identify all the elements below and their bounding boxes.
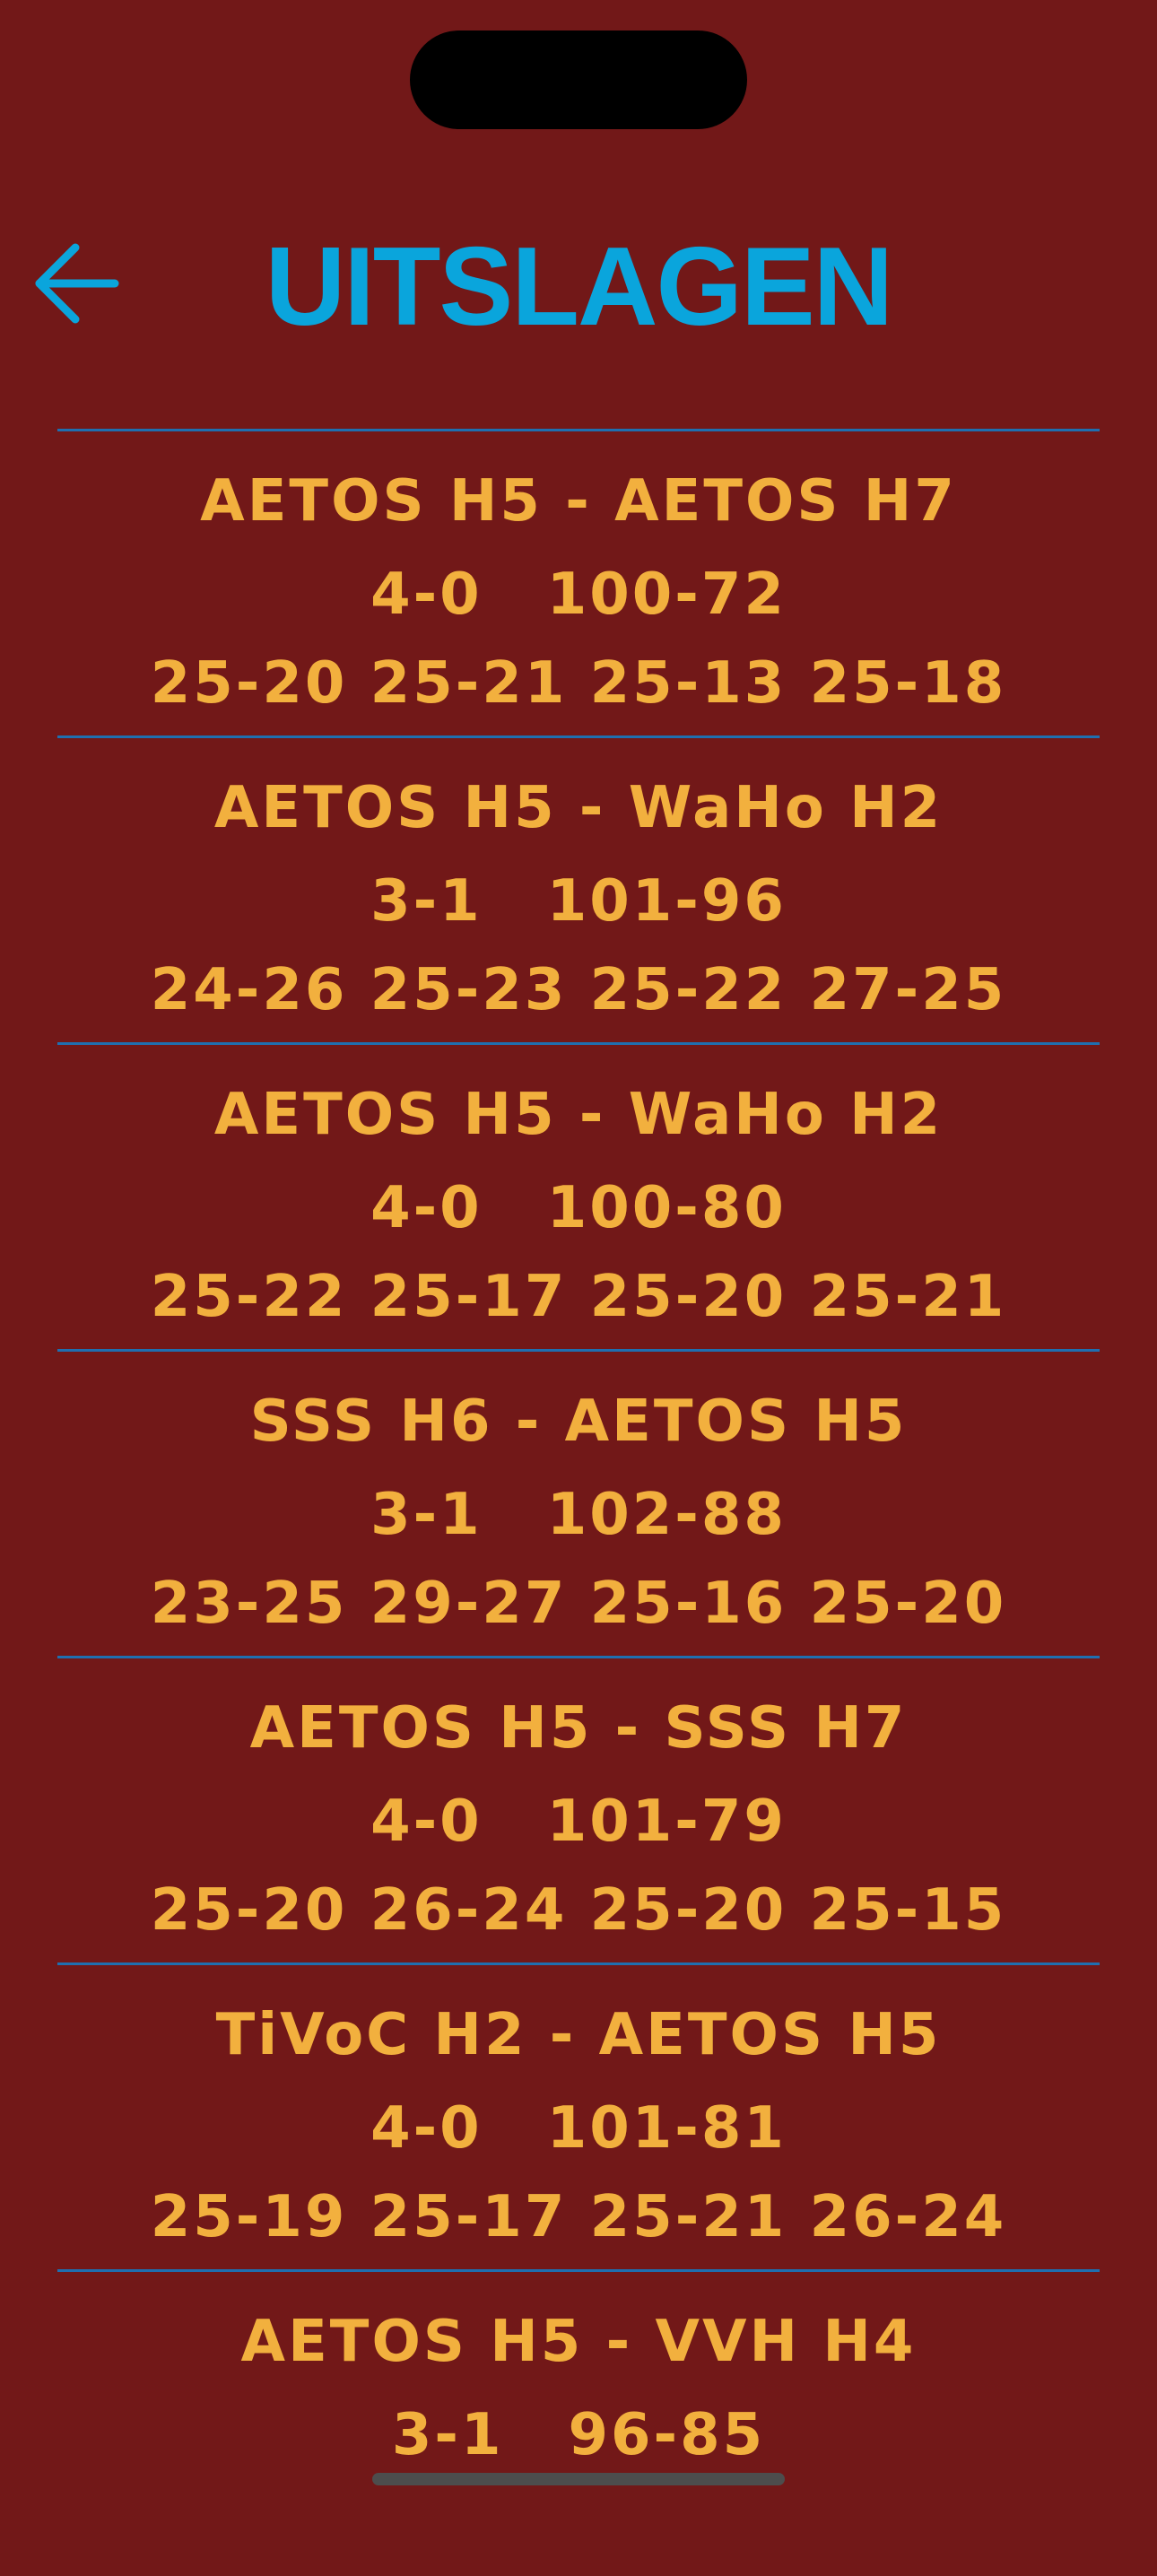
sets-score: 4-0: [370, 1175, 483, 1241]
points-score: 101-96: [546, 868, 787, 935]
set-scores: 25-20 25-21 25-13 25-18: [150, 650, 1007, 717]
match-teams: AETOS H5 - WaHo H2: [213, 1082, 944, 1148]
result-item[interactable]: TiVoC H2 - AETOS H5 4-0 101-81 25-19 25-1…: [57, 1962, 1100, 2269]
set-scores: 24-26 25-23 25-22 27-25: [150, 957, 1007, 1023]
sets-score: 3-1: [370, 1482, 483, 1548]
set-scores: [57, 2480, 1100, 2569]
match-teams: AETOS H5 - SSS H7: [249, 1695, 908, 1762]
sets-score: 4-0: [370, 561, 483, 628]
result-item[interactable]: AETOS H5 - WaHo H2 3-1 101-96 24-26 25-23…: [57, 735, 1100, 1042]
points-score: 96-85: [568, 2402, 766, 2468]
match-teams: AETOS H5 - VVH H4: [240, 2309, 917, 2375]
set-scores: 25-19 25-17 25-21 26-24: [150, 2184, 1007, 2250]
home-indicator[interactable]: [372, 2473, 785, 2485]
points-score: 101-79: [546, 1788, 787, 1855]
result-item[interactable]: SSS H6 - AETOS H5 3-1 102-88 23-25 29-27 …: [57, 1349, 1100, 1656]
results-list: AETOS H5 - AETOS H7 4-0 100-72 25-20 25-2…: [57, 429, 1100, 2576]
match-teams: SSS H6 - AETOS H5: [249, 1388, 908, 1455]
points-score: 100-80: [546, 1175, 787, 1241]
match-teams: AETOS H5 - AETOS H7: [200, 468, 957, 535]
result-item[interactable]: AETOS H5 - WaHo H2 4-0 100-80 25-22 25-17…: [57, 1042, 1100, 1349]
match-teams: AETOS H5 - WaHo H2: [213, 775, 944, 841]
match-teams: TiVoC H2 - AETOS H5: [215, 2002, 942, 2068]
set-scores: 25-22 25-17 25-20 25-21: [150, 1264, 1007, 1330]
sets-score: 3-1: [391, 2402, 504, 2468]
dynamic-island: [410, 30, 747, 129]
points-score: 100-72: [546, 561, 787, 628]
sets-score: 3-1: [370, 868, 483, 935]
result-item[interactable]: AETOS H5 - AETOS H7 4-0 100-72 25-20 25-2…: [57, 429, 1100, 735]
match-score: 4-0 100-80: [57, 1164, 1100, 1253]
match-score: 3-1 96-85: [57, 2391, 1100, 2480]
result-item[interactable]: AETOS H5 - SSS H7 4-0 101-79 25-20 26-24 …: [57, 1656, 1100, 1962]
sets-score: 4-0: [370, 2095, 483, 2162]
page-title: UITSLAGEN: [265, 225, 893, 349]
set-scores: 25-20 26-24 25-20 25-15: [150, 1877, 1007, 1944]
match-score: 4-0 101-79: [57, 1778, 1100, 1867]
points-score: 101-81: [546, 2095, 787, 2162]
points-score: 102-88: [546, 1482, 787, 1548]
result-item[interactable]: AETOS H5 - VVH H4 3-1 96-85: [57, 2269, 1100, 2576]
match-score: 3-1 101-96: [57, 857, 1100, 946]
match-score: 4-0 100-72: [57, 551, 1100, 640]
match-score: 4-0 101-81: [57, 2084, 1100, 2173]
sets-score: 4-0: [370, 1788, 483, 1855]
set-scores: 23-25 29-27 25-16 25-20: [150, 1571, 1007, 1637]
match-score: 3-1 102-88: [57, 1471, 1100, 1560]
